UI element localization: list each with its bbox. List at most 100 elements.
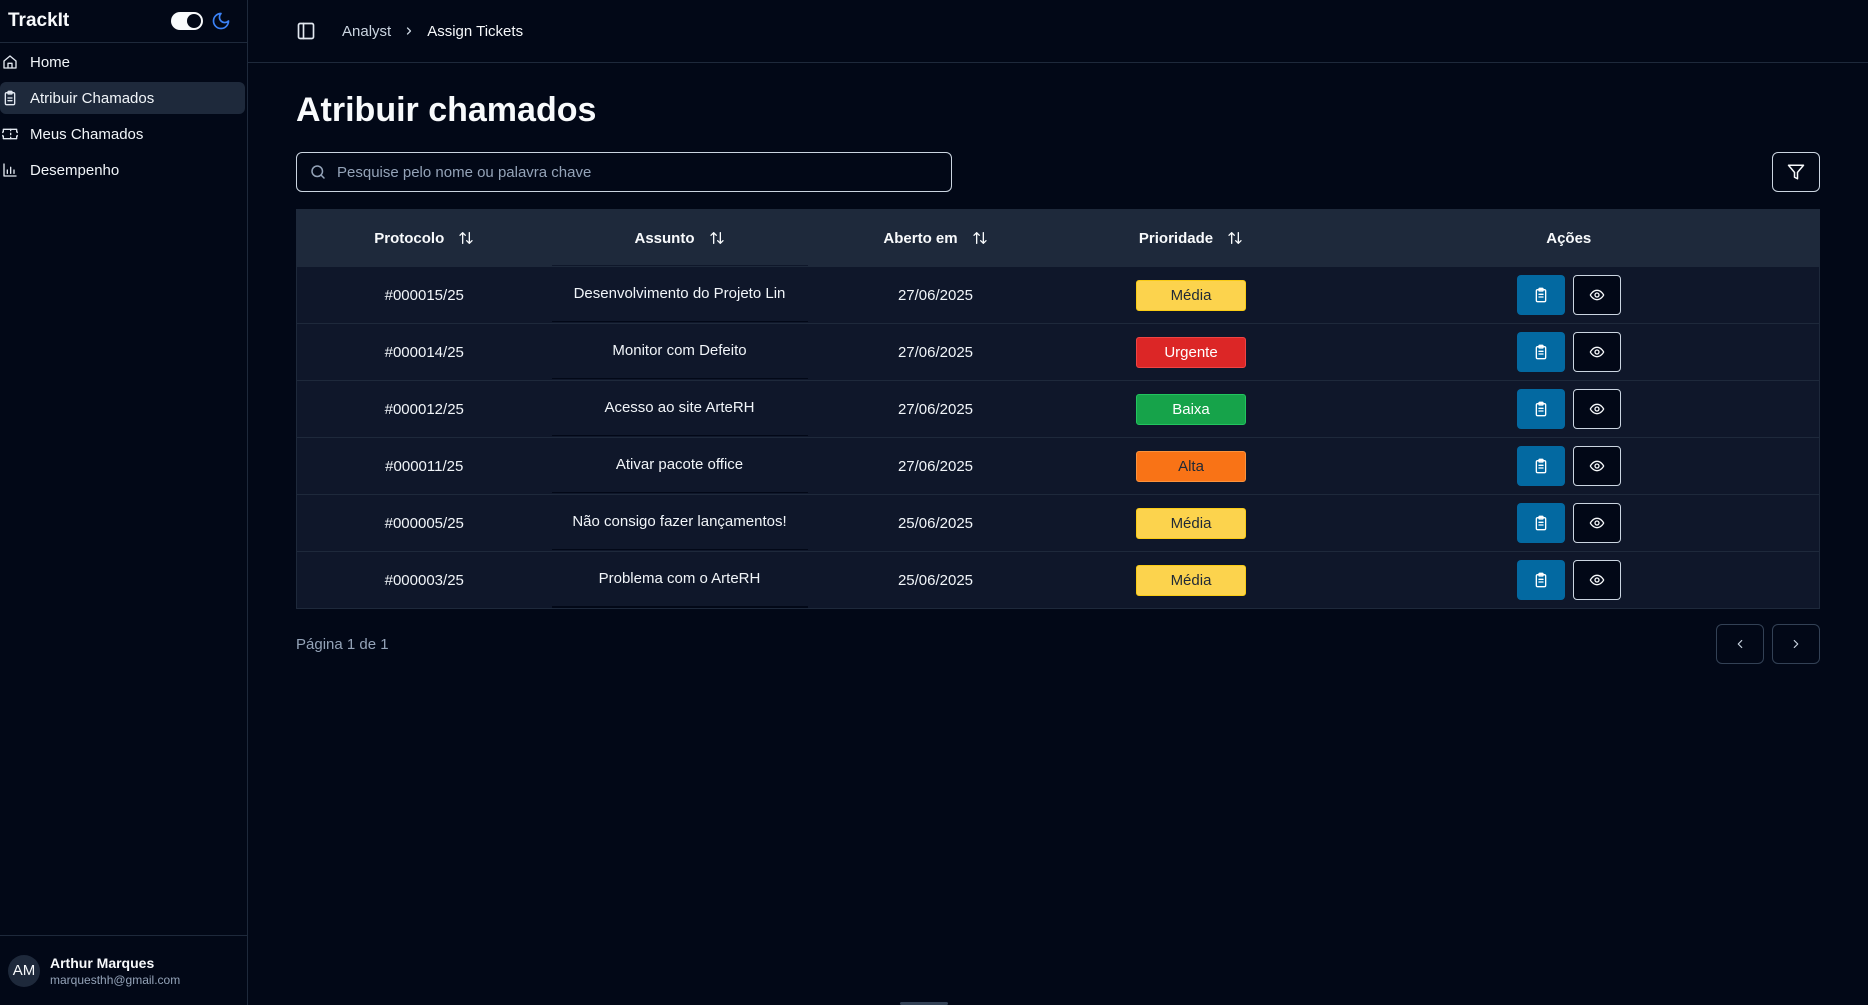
- column-label: Protocolo: [374, 229, 445, 247]
- filter-button[interactable]: [1772, 152, 1820, 192]
- avatar: AM: [8, 954, 40, 987]
- view-button[interactable]: [1572, 332, 1621, 372]
- sidebar: TrackIt Home Atribuir Chamados Meus Chamad…: [0, 0, 248, 1005]
- column-priority[interactable]: Prioridade: [1064, 210, 1319, 267]
- table-row: #000014/25 Monitor com Defeito 27/06/2025 U…: [296, 323, 1820, 381]
- breadcrumb-parent[interactable]: Analyst: [342, 23, 391, 40]
- cell-actions: [1319, 495, 1820, 552]
- assign-button[interactable]: [1516, 503, 1565, 543]
- app-root: TrackIt Home Atribuir Chamados Meus Chamad…: [0, 0, 1868, 1005]
- prev-page-button[interactable]: [1716, 624, 1764, 664]
- clipboard-icon: [1535, 401, 1547, 417]
- theme-toggle[interactable]: [171, 12, 203, 30]
- table-row: #000005/25 Não consigo fazer lançamentos!…: [296, 494, 1820, 552]
- cell-subject: Acesso ao site ArteRH: [604, 398, 755, 416]
- table-header-row: Protocolo Assunto Aberto em Prioridade A…: [296, 209, 1820, 267]
- sidebar-item-desempenho[interactable]: Desempenho: [0, 154, 245, 186]
- user-profile[interactable]: AM Arthur Marques marquesthh@gmail.com: [0, 935, 247, 1005]
- pagination: Página 1 de 1: [296, 624, 1820, 664]
- eye-icon: [1589, 346, 1605, 358]
- column-label: Prioridade: [1138, 229, 1214, 247]
- priority-badge: Média: [1136, 279, 1246, 311]
- view-button[interactable]: [1572, 503, 1621, 543]
- assign-button[interactable]: [1516, 275, 1565, 315]
- assign-button[interactable]: [1516, 560, 1565, 600]
- cell-opened: 27/06/2025: [897, 343, 974, 361]
- sidebar-item-label: Meus Chamados: [30, 125, 144, 143]
- priority-badge: Alta: [1136, 450, 1246, 482]
- ticket-icon: [2, 128, 18, 140]
- table-row: #000012/25 Acesso ao site ArteRH 27/06/202…: [296, 380, 1820, 438]
- filter-icon: [1787, 164, 1805, 180]
- cell-subject: Problema com o ArteRH: [598, 569, 761, 587]
- cell-opened: 27/06/2025: [897, 286, 974, 304]
- cell-priority: Urgente: [1064, 324, 1319, 381]
- view-button[interactable]: [1572, 275, 1621, 315]
- assign-button[interactable]: [1516, 446, 1565, 486]
- sidebar-item-label: Home: [30, 53, 71, 71]
- column-opened[interactable]: Aberto em: [808, 210, 1064, 267]
- search-input[interactable]: [337, 163, 939, 181]
- breadcrumb-current: Assign Tickets: [427, 22, 524, 40]
- eye-icon: [1589, 574, 1605, 586]
- clipboard-icon: [1535, 458, 1547, 474]
- assign-button[interactable]: [1516, 332, 1565, 372]
- sort-icon: [1228, 232, 1242, 244]
- view-button[interactable]: [1572, 389, 1621, 429]
- sidebar-item-home[interactable]: Home: [0, 46, 245, 78]
- column-protocol[interactable]: Protocolo: [297, 210, 552, 267]
- cell-priority: Média: [1064, 495, 1319, 552]
- toggle-knob: [187, 14, 201, 28]
- sidebar-item-label: Atribuir Chamados: [30, 89, 155, 107]
- brand-logo[interactable]: TrackIt: [8, 10, 69, 32]
- cell-opened: 25/06/2025: [897, 571, 974, 589]
- sidebar-item-label: Desempenho: [30, 161, 120, 179]
- user-info: Arthur Marques marquesthh@gmail.com: [50, 955, 180, 987]
- cell-subject: Monitor com Defeito: [612, 341, 747, 359]
- cell-protocol: #000015/25: [384, 286, 464, 304]
- assign-button[interactable]: [1516, 389, 1565, 429]
- cell-opened: 27/06/2025: [897, 400, 974, 418]
- view-button[interactable]: [1572, 560, 1621, 600]
- clipboard-icon: [1535, 515, 1547, 531]
- sidebar-item-meus-chamados[interactable]: Meus Chamados: [0, 118, 245, 150]
- next-page-button[interactable]: [1772, 624, 1820, 664]
- eye-icon: [1589, 289, 1605, 301]
- search-icon: [311, 165, 325, 179]
- column-subject[interactable]: Assunto: [552, 210, 808, 267]
- theme-controls: [171, 11, 231, 31]
- cell-priority: Baixa: [1064, 381, 1319, 438]
- cell-protocol: #000003/25: [384, 571, 464, 589]
- cell-actions: [1319, 438, 1820, 495]
- cell-subject: Ativar pacote office: [615, 455, 744, 473]
- search-row: [296, 152, 1820, 192]
- sidebar-item-atribuir-chamados[interactable]: Atribuir Chamados: [0, 82, 245, 114]
- column-label: Assunto: [634, 229, 695, 247]
- sidebar-toggle-icon[interactable]: [296, 21, 316, 41]
- sidebar-nav: Home Atribuir Chamados Meus Chamados Desemp…: [0, 43, 247, 189]
- view-button[interactable]: [1572, 446, 1621, 486]
- row-actions: [1516, 389, 1621, 429]
- moon-icon[interactable]: [211, 11, 231, 31]
- row-actions: [1516, 503, 1621, 543]
- priority-badge: Média: [1136, 507, 1246, 539]
- row-actions: [1516, 560, 1621, 600]
- row-actions: [1516, 446, 1621, 486]
- home-icon: [3, 55, 17, 69]
- priority-badge: Média: [1136, 564, 1246, 596]
- clipboard-icon: [1535, 344, 1547, 360]
- sort-icon: [972, 232, 987, 244]
- eye-icon: [1589, 517, 1605, 529]
- column-actions: Ações: [1319, 210, 1820, 267]
- cell-actions: [1319, 552, 1820, 609]
- table-row: #000011/25 Ativar pacote office 27/06/2025…: [296, 437, 1820, 495]
- cell-priority: Média: [1064, 267, 1319, 324]
- page-info: Página 1 de 1: [296, 635, 389, 653]
- sort-icon: [709, 232, 724, 244]
- user-name: Arthur Marques: [50, 954, 155, 971]
- main-content: Analyst Assign Tickets Atribuir chamados…: [248, 0, 1868, 1005]
- column-label: Aberto em: [883, 229, 958, 247]
- cell-actions: [1319, 267, 1820, 324]
- cell-priority: Alta: [1064, 438, 1319, 495]
- sort-icon: [459, 232, 473, 244]
